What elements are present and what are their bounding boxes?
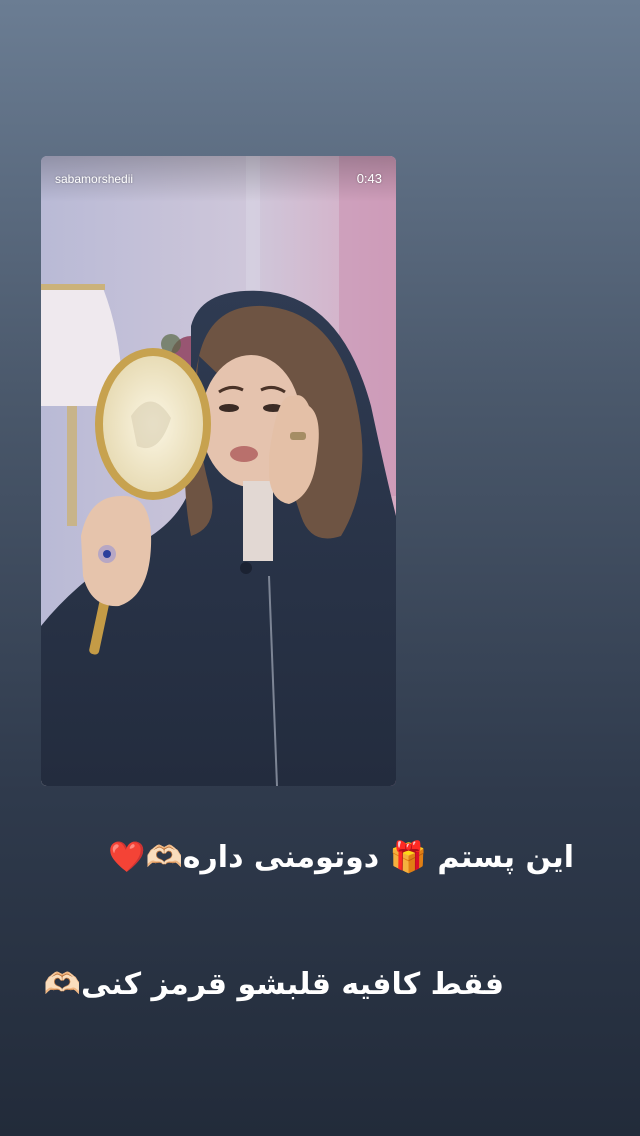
reel-duration: 0:43	[356, 171, 382, 186]
reel-header: sabamorshedii 0:43	[41, 156, 396, 202]
caption-line-2: فقط کافیه قلبشو قرمز کنی🫶🏻	[43, 967, 504, 1002]
reel-video-frame	[41, 156, 396, 786]
reel-username[interactable]: sabamorshedii	[55, 172, 133, 186]
shared-reel-card[interactable]: sabamorshedii 0:43	[41, 156, 396, 786]
story-viewer: sabamorshedii 0:43 این پستم 🎁 دوتومنی دا…	[0, 0, 640, 1136]
caption-line-1: این پستم 🎁 دوتومنی داره🫶🏻❤️	[108, 840, 574, 875]
